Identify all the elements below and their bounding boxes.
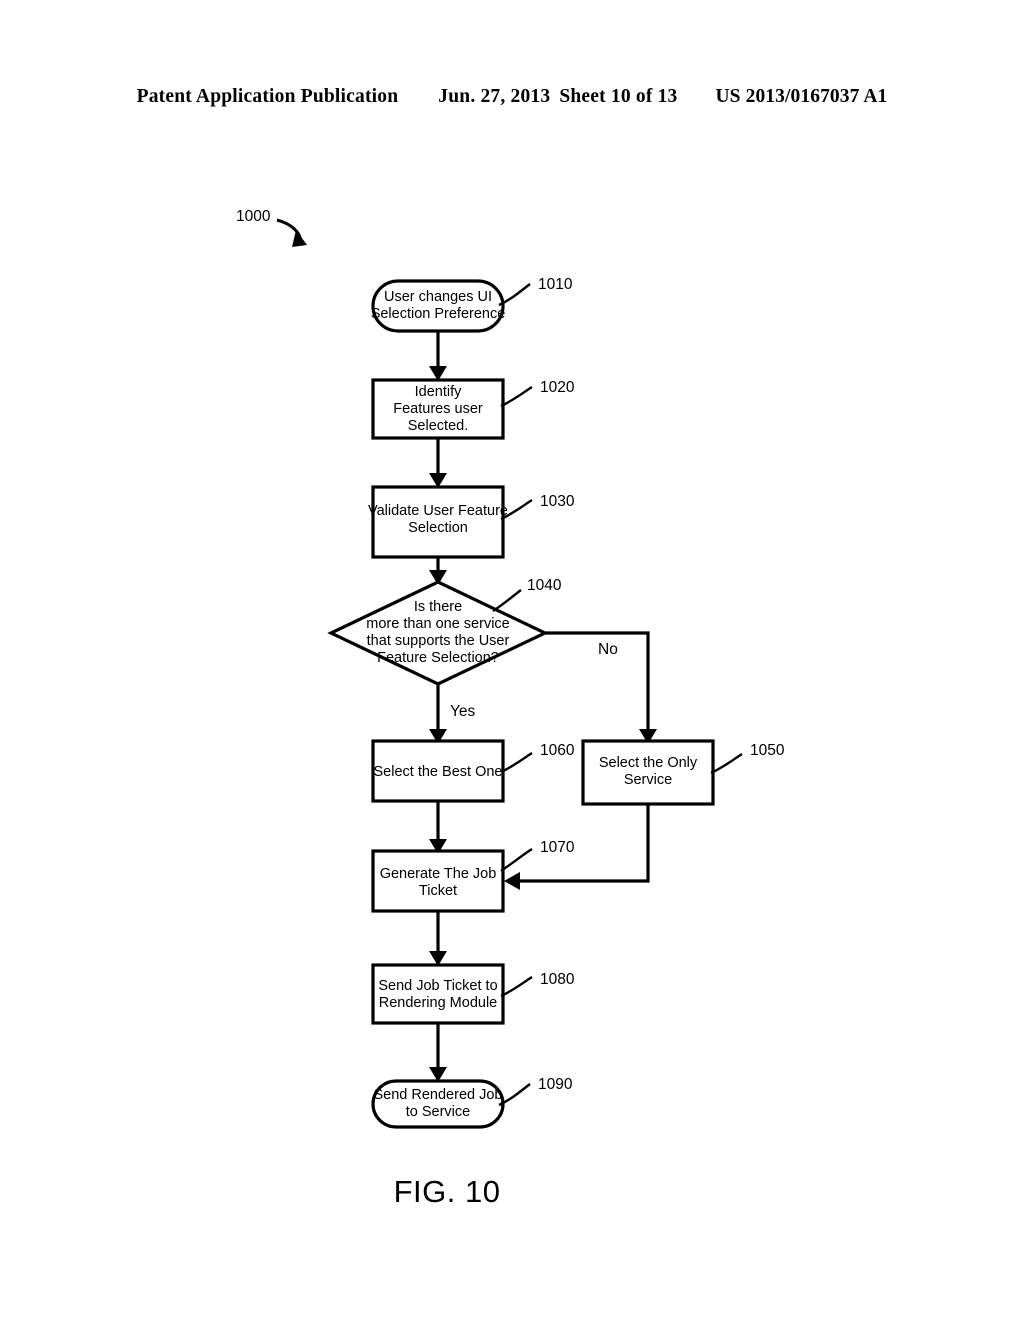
node-1010-line-2: Selection Preference xyxy=(371,306,506,322)
diagram-reference-arrowhead xyxy=(292,230,307,247)
node-1090-leader xyxy=(498,1083,531,1107)
node-1080-leader xyxy=(500,975,533,998)
node-1060-ref: 1060 xyxy=(540,742,575,759)
node-1070-line-2: Ticket xyxy=(419,883,457,899)
node-1020-leader xyxy=(500,385,533,408)
node-1020-line-1: Identify xyxy=(415,384,462,400)
node-1030-line-1: Validate User Feature xyxy=(368,503,508,519)
node-1040-line-2: more than one service xyxy=(366,616,509,632)
node-1090-line-2: to Service xyxy=(406,1104,470,1120)
node-1030-ref: 1030 xyxy=(540,493,575,510)
node-1030-line-2: Selection xyxy=(408,520,468,536)
node-1090-line-1: Send Rendered Job xyxy=(374,1087,503,1103)
node-1050-line-1: Select the Only xyxy=(599,755,698,771)
connector-1040-no-branch xyxy=(545,631,650,733)
node-1060-leader xyxy=(500,751,533,774)
node-1040-ref: 1040 xyxy=(527,577,562,594)
node-1020-ref: 1020 xyxy=(540,379,575,396)
node-1040-leader xyxy=(492,589,522,612)
connector-1050-to-1070 xyxy=(516,804,650,883)
node-1080-ref: 1080 xyxy=(540,971,575,988)
node-1050-leader xyxy=(710,752,743,775)
node-1080-line-1: Send Job Ticket to xyxy=(378,978,497,994)
node-1090-ref: 1090 xyxy=(538,1076,573,1093)
node-1020-line-2: Features user xyxy=(393,401,483,417)
node-1060-line-1: Select the Best One xyxy=(374,764,503,780)
branch-label-yes: Yes xyxy=(450,703,476,720)
node-1010-line-1: User changes UI xyxy=(384,289,492,305)
figure-caption: FIG. 10 xyxy=(0,1174,1024,1210)
figure-caption-text: FIG. 10 xyxy=(393,1174,501,1209)
node-1070-leader xyxy=(500,847,533,872)
diagram-reference-1000: 1000 xyxy=(236,208,271,225)
node-1070-line-1: Generate The Job xyxy=(380,866,497,882)
connector-1050-to-1070-arrowhead xyxy=(504,872,520,890)
node-1040-line-3: that supports the User xyxy=(367,633,510,649)
node-1050-ref: 1050 xyxy=(750,742,785,759)
node-1010-leader xyxy=(498,283,531,307)
node-1020-line-3: Selected. xyxy=(408,418,468,434)
node-1080-line-2: Rendering Module xyxy=(379,995,498,1011)
node-1080-shape xyxy=(371,963,505,1025)
flowchart-diagram: 1000 User changes UI Selection Preferenc… xyxy=(236,208,785,1129)
branch-label-no: No xyxy=(598,641,618,658)
node-1050-line-2: Service xyxy=(624,772,672,788)
node-1010-ref: 1010 xyxy=(538,276,573,293)
node-1040-line-4: Feature Selection? xyxy=(377,650,499,666)
patent-page: Patent Application Publication Jun. 27, … xyxy=(0,0,1024,1320)
node-1070-ref: 1070 xyxy=(540,839,575,856)
node-1040-line-1: Is there xyxy=(414,599,462,615)
